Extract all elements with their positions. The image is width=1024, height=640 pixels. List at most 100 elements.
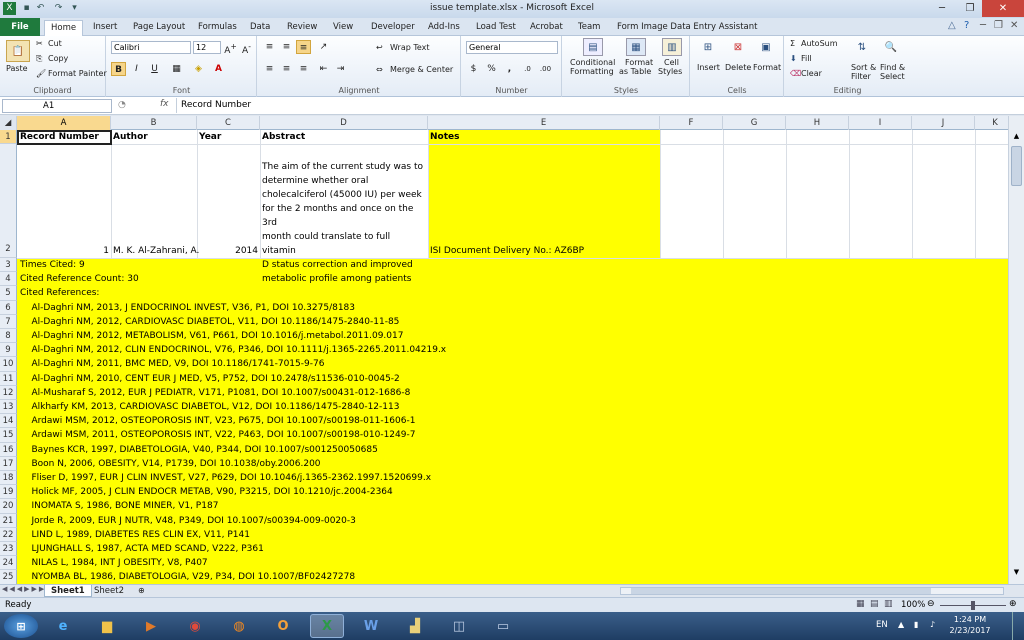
row-header[interactable]: 19 <box>0 485 17 500</box>
insert-cells-icon[interactable]: ⊞ <box>699 38 717 56</box>
scroll-thumb[interactable] <box>1011 146 1022 186</box>
column-header-e[interactable]: E <box>428 116 660 130</box>
cell-styles-icon[interactable]: ▥ <box>662 38 682 56</box>
word-icon[interactable]: W <box>354 614 388 638</box>
tab-load-test[interactable]: Load Test <box>476 20 516 36</box>
row-text-cell[interactable]: Times Cited: 9 <box>18 258 87 272</box>
chart-app-icon[interactable]: ▟ <box>398 614 432 638</box>
comma-style-icon[interactable]: , <box>502 62 517 76</box>
fill-button[interactable]: Fill <box>801 54 812 63</box>
row-header-1[interactable]: 1 <box>0 130 17 144</box>
zoom-in-icon[interactable]: ⊕ <box>1009 599 1017 609</box>
firefox-icon[interactable]: ◍ <box>222 614 256 638</box>
show-desktop-button[interactable] <box>1012 612 1024 640</box>
outlook-icon[interactable]: O <box>266 614 300 638</box>
clock-time[interactable]: 1:24 PM <box>948 615 992 624</box>
row-text-cell[interactable]: INOMATA S, 1986, BONE MINER, V1, P187 <box>18 499 220 513</box>
zoom-level[interactable]: 100% <box>901 600 925 610</box>
align-top-icon[interactable]: ≡ <box>262 40 277 54</box>
row-text-cell[interactable]: Jorde R, 2009, EUR J NUTR, V48, P349, DO… <box>18 514 358 528</box>
year-cell[interactable]: 2014 <box>197 244 260 258</box>
row-header[interactable]: 13 <box>0 400 17 415</box>
autosum-icon[interactable]: Σ <box>790 39 795 48</box>
number-format-select[interactable]: General <box>466 41 558 54</box>
sort-filter-button-line2[interactable]: Filter <box>851 72 871 81</box>
scroll-down-icon[interactable]: ▼ <box>1011 568 1022 578</box>
row-header[interactable]: 20 <box>0 499 17 514</box>
header-notes[interactable]: Notes <box>428 130 461 144</box>
font-family-select[interactable]: Calibri <box>111 41 191 54</box>
ribbon-minimize-icon[interactable]: △ <box>948 19 956 35</box>
page-layout-view-icon[interactable]: ▤ <box>870 599 879 609</box>
format-cells-icon[interactable]: ▣ <box>757 38 775 56</box>
clock-date[interactable]: 2/23/2017 <box>948 626 992 635</box>
underline-icon[interactable]: U <box>147 62 162 76</box>
workbook-restore-icon[interactable]: ❐ <box>994 19 1003 35</box>
header-abstract[interactable]: Abstract <box>260 130 307 144</box>
restore-icon[interactable]: ❐ <box>956 0 984 17</box>
paste-icon[interactable]: 📋 <box>6 40 30 62</box>
increase-decimal-icon[interactable]: .0 <box>520 62 535 76</box>
select-all-button[interactable]: ◢ <box>0 116 17 130</box>
row-text-cell[interactable]: Holick MF, 2005, J CLIN ENDOCR METAB, V9… <box>18 485 395 499</box>
row-text-cell[interactable]: NYOMBA BL, 1986, DIABETOLOGIA, V29, P34,… <box>18 570 357 584</box>
chrome-icon[interactable]: ◉ <box>178 614 212 638</box>
format-painter-icon[interactable]: 🖌 <box>36 69 46 78</box>
align-right-icon[interactable]: ≡ <box>296 62 311 76</box>
wrap-text-icon[interactable]: ↩ <box>376 43 383 52</box>
row-header[interactable]: 7 <box>0 314 17 329</box>
new-sheet-icon[interactable]: ⊕ <box>132 585 151 597</box>
tab-home[interactable]: Home <box>44 20 84 37</box>
row-text-cell[interactable]: Al-Daghri NM, 2010, CENT EUR J MED, V5, … <box>18 372 402 386</box>
document-app-icon[interactable]: ▭ <box>486 614 520 638</box>
borders-icon[interactable]: ▦ <box>169 62 184 76</box>
decrease-decimal-icon[interactable]: .00 <box>538 62 553 76</box>
row-header[interactable]: 18 <box>0 471 17 486</box>
tab-developer[interactable]: Developer <box>371 20 415 36</box>
record-number-cell[interactable]: 1 <box>17 244 111 258</box>
notes-cell[interactable]: ISI Document Delivery No.: AZ6BP <box>428 244 586 258</box>
formula-bar-expand-icon[interactable]: ◔ <box>118 100 126 110</box>
row-header[interactable]: 23 <box>0 542 17 557</box>
scroll-up-icon[interactable]: ▲ <box>1011 132 1022 142</box>
media-player-icon[interactable]: ▶ <box>134 614 168 638</box>
row-text-cell[interactable]: Alkharfy KM, 2013, CARDIOVASC DIABETOL, … <box>18 400 401 414</box>
row-header[interactable]: 24 <box>0 556 17 571</box>
excel-taskbar-icon[interactable]: X <box>310 614 344 638</box>
close-icon[interactable]: ✕ <box>982 0 1024 17</box>
row-header-2[interactable]: 2 <box>0 144 17 258</box>
cell-styles-button[interactable]: Cell <box>664 58 679 67</box>
paste-button[interactable]: Paste <box>6 64 28 73</box>
align-left-icon[interactable]: ≡ <box>262 62 277 76</box>
conditional-formatting-icon[interactable]: ▤ <box>583 38 603 56</box>
find-select-icon[interactable]: 🔍 <box>882 38 900 56</box>
tab-form-image-data-entry[interactable]: Form Image Data Entry Assistant <box>617 20 757 36</box>
author-cell[interactable]: M. K. Al-Zahrani, A. <box>111 244 201 258</box>
shrink-font-icon[interactable]: A- <box>239 40 254 56</box>
tab-insert[interactable]: Insert <box>93 20 117 36</box>
tab-review[interactable]: Review <box>287 20 317 36</box>
column-header-c[interactable]: C <box>197 116 260 130</box>
tab-add-ins[interactable]: Add-Ins <box>428 20 460 36</box>
file-explorer-icon[interactable]: ▆ <box>90 614 124 638</box>
row-text-cell[interactable]: Boon N, 2006, OBESITY, V14, P1739, DOI 1… <box>18 457 323 471</box>
vertical-scrollbar[interactable]: ▲ ▼ <box>1008 116 1024 584</box>
align-middle-icon[interactable]: ≡ <box>279 40 294 54</box>
clear-button[interactable]: Clear <box>801 69 822 78</box>
column-header-f[interactable]: F <box>660 116 723 130</box>
align-bottom-icon[interactable]: ≡ <box>296 40 311 54</box>
row-header[interactable]: 4 <box>0 272 17 287</box>
format-as-table-button[interactable]: Format <box>625 58 653 67</box>
row-header[interactable]: 22 <box>0 527 17 542</box>
column-header-a[interactable]: A <box>17 116 111 130</box>
row-header[interactable]: 10 <box>0 357 17 372</box>
zoom-slider-thumb[interactable] <box>971 601 975 610</box>
help-icon[interactable]: ? <box>964 19 969 35</box>
row-header[interactable]: 8 <box>0 329 17 344</box>
increase-indent-icon[interactable]: ⇥ <box>333 62 348 76</box>
orientation-icon[interactable]: ↗ <box>316 40 331 54</box>
row-header[interactable]: 9 <box>0 343 17 358</box>
row-header[interactable]: 11 <box>0 371 17 386</box>
find-select-button[interactable]: Find & <box>880 63 905 72</box>
app-icon[interactable]: ◫ <box>442 614 476 638</box>
